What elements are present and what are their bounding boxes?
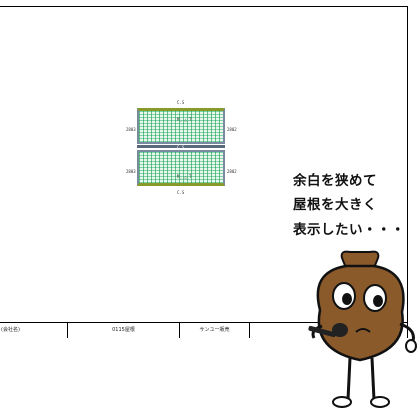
maker-cell: サンユー販売 bbox=[180, 323, 250, 338]
left-upper-dimension: 2803 bbox=[126, 127, 136, 132]
roof-lower-plane: M_ △ T bbox=[137, 150, 225, 186]
drawing-name-cell: 0115屋根 bbox=[68, 323, 180, 338]
top-dimension-label: C.S bbox=[177, 100, 185, 105]
callout-line-2: 屋根を大きく bbox=[293, 197, 377, 213]
callout-line-1: 余白を狭めて bbox=[293, 173, 377, 189]
roof-upper-plane: M_ △ T bbox=[137, 108, 225, 144]
roof-drawing: C.S M_ △ T C.S M_ △ T C.S 2803 2803 2802… bbox=[126, 100, 237, 196]
mascot-character bbox=[308, 250, 417, 408]
callout-line-3: 表示したい・・・ bbox=[293, 222, 405, 238]
bottom-dimension-label: C.S bbox=[177, 190, 185, 195]
right-lower-dimension: 2802 bbox=[227, 169, 237, 174]
right-upper-dimension: 2802 bbox=[227, 127, 237, 132]
upper-roof-tag: M_ △ T bbox=[177, 117, 192, 122]
lower-roof-tag: M_ △ T bbox=[177, 174, 192, 179]
left-lower-dimension: 2803 bbox=[126, 169, 136, 174]
company-cell: (会社名) bbox=[0, 323, 68, 338]
